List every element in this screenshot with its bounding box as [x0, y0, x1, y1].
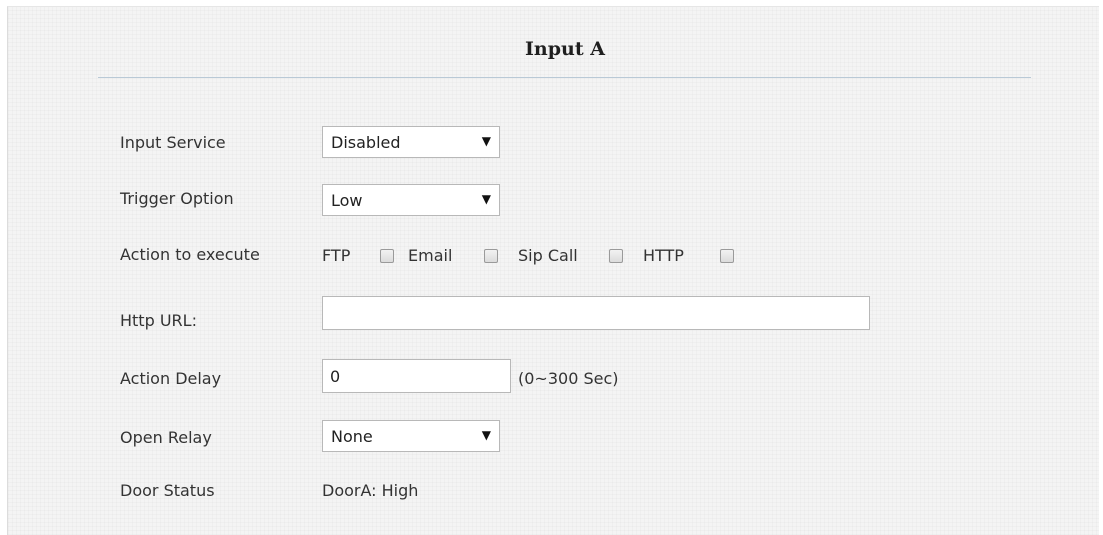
- chevron-down-icon: ▼: [481, 192, 491, 206]
- ftp-checkbox[interactable]: [380, 249, 394, 263]
- input-service-value: Disabled: [331, 133, 401, 152]
- sip-call-option-label: Sip Call: [518, 246, 578, 265]
- action-delay-value: 0: [330, 367, 341, 386]
- trigger-option-select[interactable]: Low ▼: [322, 184, 500, 216]
- door-status-label: Door Status: [120, 481, 215, 500]
- title-divider: [98, 77, 1031, 78]
- action-delay-input[interactable]: 0: [322, 359, 511, 393]
- action-to-execute-label: Action to execute: [120, 245, 260, 264]
- open-relay-value: None: [331, 427, 373, 446]
- input-service-label: Input Service: [120, 133, 226, 152]
- email-checkbox[interactable]: [484, 249, 498, 263]
- settings-panel: [7, 6, 1099, 535]
- open-relay-select[interactable]: None ▼: [322, 420, 500, 452]
- section-title: Input A: [525, 38, 605, 60]
- input-service-select[interactable]: Disabled ▼: [322, 126, 500, 158]
- http-url-label: Http URL:: [120, 311, 197, 330]
- http-checkbox[interactable]: [720, 249, 734, 263]
- http-url-input[interactable]: [322, 296, 870, 330]
- door-status-value: DoorA: High: [322, 481, 419, 500]
- trigger-option-value: Low: [331, 191, 363, 210]
- http-option-label: HTTP: [643, 246, 684, 265]
- trigger-option-label: Trigger Option: [120, 189, 234, 208]
- ftp-option-label: FTP: [322, 246, 351, 265]
- chevron-down-icon: ▼: [481, 428, 491, 442]
- email-option-label: Email: [408, 246, 453, 265]
- action-delay-range-hint: (0~300 Sec): [518, 369, 619, 388]
- action-delay-label: Action Delay: [120, 369, 222, 388]
- sip-call-checkbox[interactable]: [609, 249, 623, 263]
- chevron-down-icon: ▼: [481, 134, 491, 148]
- open-relay-label: Open Relay: [120, 428, 212, 447]
